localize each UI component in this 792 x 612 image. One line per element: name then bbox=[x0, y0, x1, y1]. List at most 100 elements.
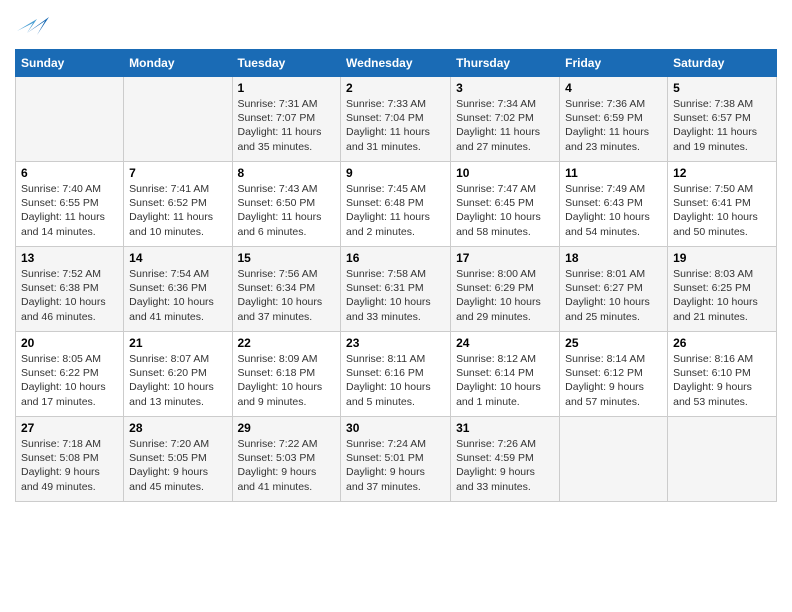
day-number: 13 bbox=[21, 251, 118, 265]
week-row-5: 27 Sunrise: 7:18 AMSunset: 5:08 PMDayligh… bbox=[16, 417, 777, 502]
day-cell-30: 30 Sunrise: 7:24 AMSunset: 5:01 PMDayligh… bbox=[341, 417, 451, 502]
day-info: Sunrise: 7:45 AMSunset: 6:48 PMDaylight:… bbox=[346, 182, 445, 239]
day-number: 23 bbox=[346, 336, 445, 350]
day-cell-1: 1 Sunrise: 7:31 AMSunset: 7:07 PMDaylight… bbox=[232, 77, 341, 162]
day-cell-16: 16 Sunrise: 7:58 AMSunset: 6:31 PMDayligh… bbox=[341, 247, 451, 332]
day-cell-31: 31 Sunrise: 7:26 AMSunset: 4:59 PMDayligh… bbox=[451, 417, 560, 502]
calendar-header-row: SundayMondayTuesdayWednesdayThursdayFrid… bbox=[16, 50, 777, 77]
col-header-friday: Friday bbox=[560, 50, 668, 77]
day-cell-26: 26 Sunrise: 8:16 AMSunset: 6:10 PMDayligh… bbox=[668, 332, 777, 417]
day-cell-10: 10Sunrise: 7:47 AMSunset: 6:45 PMDayligh… bbox=[451, 162, 560, 247]
day-number: 28 bbox=[129, 421, 226, 435]
logo-bird-icon bbox=[17, 13, 49, 41]
week-row-4: 20 Sunrise: 8:05 AMSunset: 6:22 PMDayligh… bbox=[16, 332, 777, 417]
day-info: Sunrise: 8:16 AMSunset: 6:10 PMDaylight:… bbox=[673, 352, 771, 409]
day-number: 31 bbox=[456, 421, 554, 435]
col-header-saturday: Saturday bbox=[668, 50, 777, 77]
day-number: 14 bbox=[129, 251, 226, 265]
day-cell-18: 18 Sunrise: 8:01 AMSunset: 6:27 PMDayligh… bbox=[560, 247, 668, 332]
day-number: 29 bbox=[238, 421, 336, 435]
day-info: Sunrise: 7:38 AMSunset: 6:57 PMDaylight:… bbox=[673, 97, 771, 154]
day-info: Sunrise: 7:41 AMSunset: 6:52 PMDaylight:… bbox=[129, 182, 226, 239]
day-info: Sunrise: 7:43 AMSunset: 6:50 PMDaylight:… bbox=[238, 182, 336, 239]
day-number: 1 bbox=[238, 81, 336, 95]
day-cell-11: 11 Sunrise: 7:49 AMSunset: 6:43 PMDayligh… bbox=[560, 162, 668, 247]
day-info: Sunrise: 7:56 AMSunset: 6:34 PMDaylight:… bbox=[238, 267, 336, 324]
day-number: 10 bbox=[456, 166, 554, 180]
day-number: 26 bbox=[673, 336, 771, 350]
day-cell-9: 9Sunrise: 7:45 AMSunset: 6:48 PMDaylight… bbox=[341, 162, 451, 247]
day-cell-27: 27 Sunrise: 7:18 AMSunset: 5:08 PMDayligh… bbox=[16, 417, 124, 502]
day-info: Sunrise: 7:52 AMSunset: 6:38 PMDaylight:… bbox=[21, 267, 118, 324]
day-number: 18 bbox=[565, 251, 662, 265]
day-number: 21 bbox=[129, 336, 226, 350]
day-number: 17 bbox=[456, 251, 554, 265]
day-info: Sunrise: 7:24 AMSunset: 5:01 PMDaylight:… bbox=[346, 437, 445, 494]
day-info: Sunrise: 8:03 AMSunset: 6:25 PMDaylight:… bbox=[673, 267, 771, 324]
day-info: Sunrise: 7:50 AMSunset: 6:41 PMDaylight:… bbox=[673, 182, 771, 239]
week-row-1: 1 Sunrise: 7:31 AMSunset: 7:07 PMDaylight… bbox=[16, 77, 777, 162]
logo bbox=[15, 15, 49, 41]
day-cell-20: 20 Sunrise: 8:05 AMSunset: 6:22 PMDayligh… bbox=[16, 332, 124, 417]
week-row-3: 13 Sunrise: 7:52 AMSunset: 6:38 PMDayligh… bbox=[16, 247, 777, 332]
day-number: 16 bbox=[346, 251, 445, 265]
col-header-wednesday: Wednesday bbox=[341, 50, 451, 77]
empty-cell bbox=[16, 77, 124, 162]
day-info: Sunrise: 7:54 AMSunset: 6:36 PMDaylight:… bbox=[129, 267, 226, 324]
day-cell-22: 22Sunrise: 8:09 AMSunset: 6:18 PMDayligh… bbox=[232, 332, 341, 417]
day-cell-24: 24Sunrise: 8:12 AMSunset: 6:14 PMDayligh… bbox=[451, 332, 560, 417]
day-number: 2 bbox=[346, 81, 445, 95]
day-info: Sunrise: 8:12 AMSunset: 6:14 PMDaylight:… bbox=[456, 352, 554, 409]
day-cell-3: 3 Sunrise: 7:34 AMSunset: 7:02 PMDaylight… bbox=[451, 77, 560, 162]
day-info: Sunrise: 8:01 AMSunset: 6:27 PMDaylight:… bbox=[565, 267, 662, 324]
day-info: Sunrise: 8:07 AMSunset: 6:20 PMDaylight:… bbox=[129, 352, 226, 409]
day-cell-21: 21 Sunrise: 8:07 AMSunset: 6:20 PMDayligh… bbox=[124, 332, 232, 417]
day-cell-29: 29 Sunrise: 7:22 AMSunset: 5:03 PMDayligh… bbox=[232, 417, 341, 502]
day-cell-2: 2 Sunrise: 7:33 AMSunset: 7:04 PMDaylight… bbox=[341, 77, 451, 162]
day-info: Sunrise: 7:18 AMSunset: 5:08 PMDaylight:… bbox=[21, 437, 118, 494]
day-number: 5 bbox=[673, 81, 771, 95]
day-cell-15: 15 Sunrise: 7:56 AMSunset: 6:34 PMDayligh… bbox=[232, 247, 341, 332]
day-number: 4 bbox=[565, 81, 662, 95]
col-header-thursday: Thursday bbox=[451, 50, 560, 77]
day-info: Sunrise: 7:20 AMSunset: 5:05 PMDaylight:… bbox=[129, 437, 226, 494]
week-row-2: 6 Sunrise: 7:40 AMSunset: 6:55 PMDaylight… bbox=[16, 162, 777, 247]
day-info: Sunrise: 7:22 AMSunset: 5:03 PMDaylight:… bbox=[238, 437, 336, 494]
day-number: 19 bbox=[673, 251, 771, 265]
day-cell-23: 23 Sunrise: 8:11 AMSunset: 6:16 PMDayligh… bbox=[341, 332, 451, 417]
day-info: Sunrise: 7:33 AMSunset: 7:04 PMDaylight:… bbox=[346, 97, 445, 154]
day-info: Sunrise: 8:11 AMSunset: 6:16 PMDaylight:… bbox=[346, 352, 445, 409]
day-cell-25: 25Sunrise: 8:14 AMSunset: 6:12 PMDayligh… bbox=[560, 332, 668, 417]
col-header-sunday: Sunday bbox=[16, 50, 124, 77]
page-header bbox=[15, 10, 777, 41]
day-info: Sunrise: 7:49 AMSunset: 6:43 PMDaylight:… bbox=[565, 182, 662, 239]
day-number: 3 bbox=[456, 81, 554, 95]
day-cell-28: 28 Sunrise: 7:20 AMSunset: 5:05 PMDayligh… bbox=[124, 417, 232, 502]
day-number: 12 bbox=[673, 166, 771, 180]
day-number: 27 bbox=[21, 421, 118, 435]
day-number: 6 bbox=[21, 166, 118, 180]
day-number: 30 bbox=[346, 421, 445, 435]
day-info: Sunrise: 8:00 AMSunset: 6:29 PMDaylight:… bbox=[456, 267, 554, 324]
day-cell-8: 8 Sunrise: 7:43 AMSunset: 6:50 PMDaylight… bbox=[232, 162, 341, 247]
day-info: Sunrise: 7:58 AMSunset: 6:31 PMDaylight:… bbox=[346, 267, 445, 324]
empty-cell bbox=[560, 417, 668, 502]
day-info: Sunrise: 7:26 AMSunset: 4:59 PMDaylight:… bbox=[456, 437, 554, 494]
day-info: Sunrise: 7:40 AMSunset: 6:55 PMDaylight:… bbox=[21, 182, 118, 239]
day-number: 25 bbox=[565, 336, 662, 350]
col-header-monday: Monday bbox=[124, 50, 232, 77]
day-cell-19: 19 Sunrise: 8:03 AMSunset: 6:25 PMDayligh… bbox=[668, 247, 777, 332]
col-header-tuesday: Tuesday bbox=[232, 50, 341, 77]
day-number: 15 bbox=[238, 251, 336, 265]
day-info: Sunrise: 7:34 AMSunset: 7:02 PMDaylight:… bbox=[456, 97, 554, 154]
day-number: 8 bbox=[238, 166, 336, 180]
day-number: 11 bbox=[565, 166, 662, 180]
day-info: Sunrise: 7:31 AMSunset: 7:07 PMDaylight:… bbox=[238, 97, 336, 154]
day-number: 22 bbox=[238, 336, 336, 350]
day-cell-12: 12 Sunrise: 7:50 AMSunset: 6:41 PMDayligh… bbox=[668, 162, 777, 247]
day-info: Sunrise: 8:05 AMSunset: 6:22 PMDaylight:… bbox=[21, 352, 118, 409]
day-cell-5: 5 Sunrise: 7:38 AMSunset: 6:57 PMDaylight… bbox=[668, 77, 777, 162]
day-number: 20 bbox=[21, 336, 118, 350]
day-cell-13: 13 Sunrise: 7:52 AMSunset: 6:38 PMDayligh… bbox=[16, 247, 124, 332]
day-cell-7: 7Sunrise: 7:41 AMSunset: 6:52 PMDaylight… bbox=[124, 162, 232, 247]
